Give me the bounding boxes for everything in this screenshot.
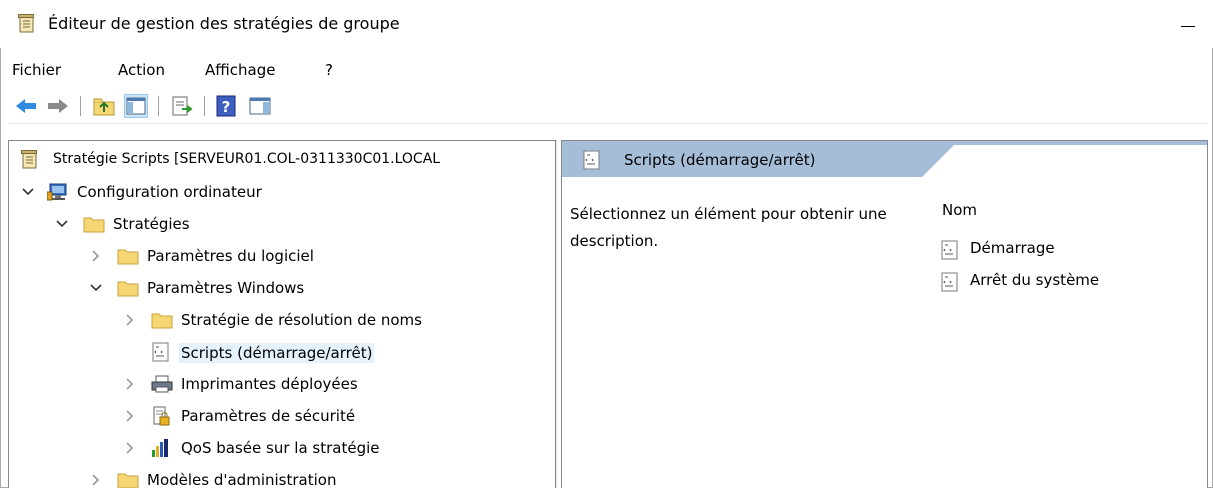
details-title: Scripts (démarrage/arrêt) (624, 151, 816, 169)
chevron-down-icon[interactable] (55, 217, 69, 231)
tree-item-label: Stratégie de résolution de noms (181, 311, 422, 329)
tree-item-printers[interactable]: Imprimantes déployées (9, 369, 555, 399)
bar-chart-icon (151, 438, 171, 458)
menu-action[interactable]: Action (118, 61, 165, 79)
chevron-right-icon[interactable] (89, 249, 103, 263)
export-list-icon[interactable] (170, 94, 194, 118)
chevron-right-icon[interactable] (89, 473, 103, 487)
up-folder-icon[interactable] (92, 94, 116, 118)
tree-item-label: Paramètres du logiciel (147, 247, 314, 265)
script-icon (582, 150, 602, 174)
security-lock-icon (151, 406, 171, 426)
chevron-down-icon[interactable] (89, 281, 103, 295)
help-icon[interactable]: ? (214, 94, 238, 118)
details-pane: Scripts (démarrage/arrêt) Sélectionnez u… (562, 140, 1208, 488)
menu-affichage[interactable]: Affichage (205, 61, 275, 79)
tree-item-label: Stratégie Scripts [SERVEUR01.COL-0311330… (53, 151, 441, 167)
menu-fichier[interactable]: Fichier (12, 61, 61, 79)
menu-help[interactable]: ? (325, 61, 333, 79)
tree-item-root[interactable]: Stratégie Scripts [SERVEUR01.COL-0311330… (9, 145, 555, 175)
tree-item-label: Configuration ordinateur (77, 183, 262, 201)
tree-item-label: Stratégies (113, 215, 190, 233)
tree-item-label: Imprimantes déployées (181, 375, 358, 393)
policy-document-icon (21, 150, 41, 170)
title-bar: Éditeur de gestion des stratégies de gro… (0, 0, 1213, 48)
list-item-label: Démarrage (970, 239, 1055, 257)
folder-icon (117, 246, 139, 266)
printer-icon (151, 374, 173, 394)
tree-item-label: QoS basée sur la stratégie (181, 439, 380, 457)
chevron-right-icon[interactable] (123, 409, 137, 423)
show-hide-action-pane-icon[interactable] (248, 94, 272, 118)
chevron-right-icon[interactable] (123, 441, 137, 455)
tree-item-windows-settings[interactable]: Paramètres Windows (9, 273, 555, 303)
toolbar: ? (8, 90, 1208, 124)
column-header-name[interactable]: Nom (942, 201, 977, 219)
tree-item-label: Modèles d'administration (147, 471, 337, 488)
chevron-right-icon[interactable] (123, 313, 137, 327)
svg-text:?: ? (222, 98, 231, 116)
chevron-right-icon[interactable] (123, 377, 137, 391)
tree-item-computer-config[interactable]: Configuration ordinateur (9, 177, 555, 207)
script-icon (151, 342, 171, 362)
tree-item-label: Scripts (démarrage/arrêt) (179, 343, 375, 363)
show-hide-tree-icon[interactable] (124, 94, 148, 118)
script-icon (940, 240, 960, 260)
folder-icon (83, 214, 105, 234)
gpo-editor-icon (18, 14, 36, 38)
back-arrow-icon[interactable] (14, 94, 38, 118)
tree-item-qos[interactable]: QoS basée sur la stratégie (9, 433, 555, 463)
minimize-button[interactable] (1175, 8, 1203, 36)
script-icon (940, 272, 960, 292)
tree-item-admin-templates[interactable]: Modèles d'administration (9, 465, 555, 488)
details-header: Scripts (démarrage/arrêt) (562, 141, 1207, 177)
folder-icon (117, 278, 139, 298)
tree-item-label: Paramètres de sécurité (181, 407, 356, 425)
window-title: Éditeur de gestion des stratégies de gro… (48, 14, 400, 33)
description-text: Sélectionnez un élément pour obtenir une… (570, 205, 887, 250)
tree-item-security[interactable]: Paramètres de sécurité (9, 401, 555, 431)
list-item-shutdown[interactable]: Arrêt du système (940, 269, 1200, 295)
tree-item-software-settings[interactable]: Paramètres du logiciel (9, 241, 555, 271)
tree-item-strategies[interactable]: Stratégies (9, 209, 555, 239)
tree-item-scripts[interactable]: Scripts (démarrage/arrêt) (9, 337, 555, 367)
chevron-down-icon[interactable] (21, 185, 35, 199)
menu-bar: Fichier Action Affichage ? (0, 52, 1213, 86)
folder-icon (117, 470, 139, 488)
tree-pane: Stratégie Scripts [SERVEUR01.COL-0311330… (8, 140, 556, 488)
forward-arrow-icon[interactable] (46, 94, 70, 118)
computer-icon (46, 182, 67, 202)
folder-icon (151, 310, 173, 330)
list-item-startup[interactable]: Démarrage (940, 237, 1200, 263)
tree-item-label: Paramètres Windows (147, 279, 305, 297)
tree-item-name-resolution[interactable]: Stratégie de résolution de noms (9, 305, 555, 335)
list-item-label: Arrêt du système (970, 271, 1100, 289)
